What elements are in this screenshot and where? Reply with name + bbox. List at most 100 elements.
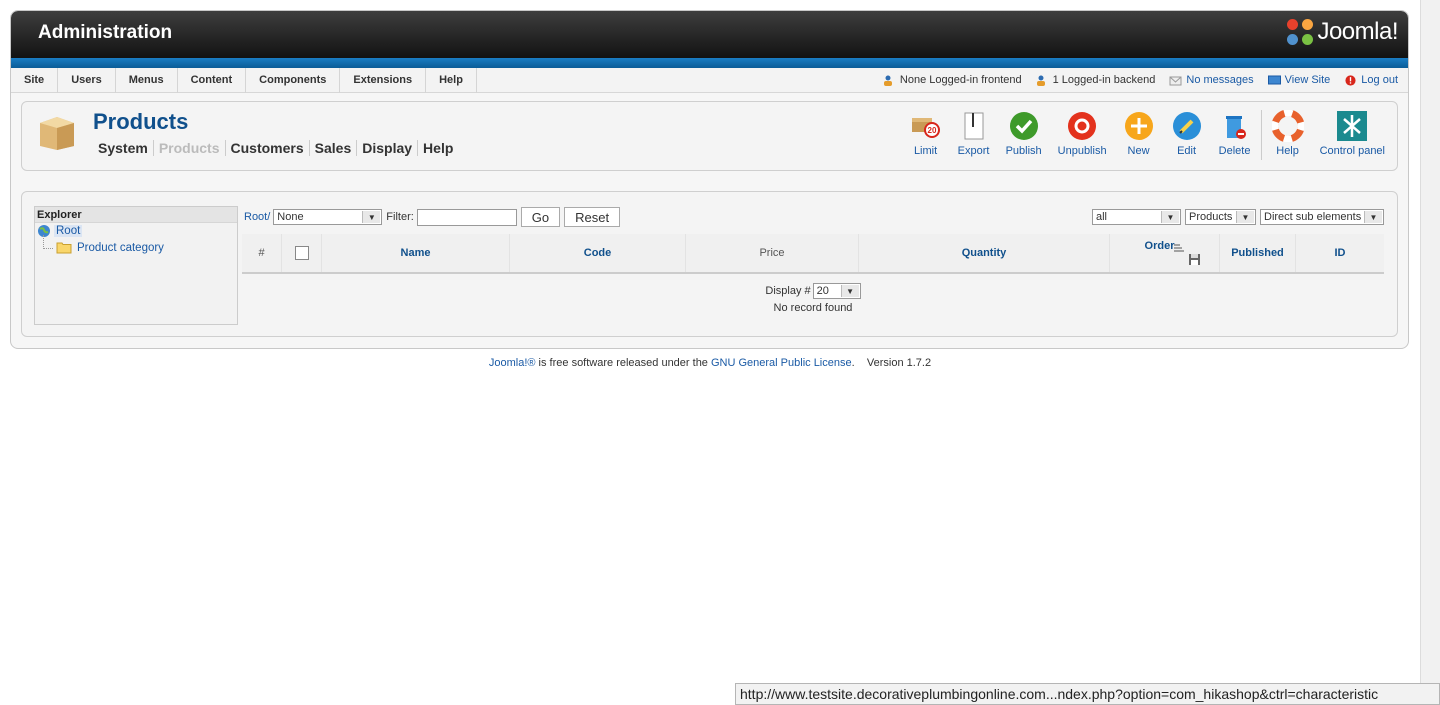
column-name[interactable]: Name [322,234,510,272]
column-price: Price [686,234,859,272]
menu-bar: Site Users Menus Content Components Exte… [11,68,1408,93]
type-select-value: Products [1189,211,1233,223]
column-number: # [242,234,282,272]
subnav-help[interactable]: Help [418,140,458,156]
unpublish-label: Unpublish [1057,145,1107,157]
plus-icon [1124,112,1153,140]
column-code[interactable]: Code [510,234,686,272]
status-url-bar: http://www.testsite.decorativeplumbingon… [735,683,1440,705]
filter-label: Filter: [386,211,414,223]
subnav-sales[interactable]: Sales [310,140,358,156]
joomla-link[interactable]: Joomla!® [489,357,536,369]
export-button[interactable]: Export [950,110,998,160]
subnav-display[interactable]: Display [357,140,419,156]
select-all-checkbox[interactable] [294,246,309,260]
limit-icon: 20 [911,118,940,138]
tree-connector [43,235,53,249]
page-footer: Joomla!® is free software released under… [488,357,932,369]
control-panel-label: Control panel [1319,145,1385,157]
version-text: Version 1.7.2 [866,357,932,369]
toolbar: 20 Limit Export Publish Unpublish New Ed… [902,110,1393,160]
logout-label: Log out [1361,74,1398,86]
folder-icon [56,242,72,254]
product-box-icon [40,117,74,150]
mail-icon [1169,76,1182,85]
vertical-scrollbar[interactable] [1420,0,1440,705]
unpublish-button[interactable]: Unpublish [1050,110,1115,160]
frontend-users-status: None Logged-in frontend [883,74,1022,86]
status-area: None Logged-in frontend 1 Logged-in back… [883,68,1408,92]
menu-content[interactable]: Content [178,68,247,93]
page-toolbox: Products System Products Customers Sales… [21,101,1398,171]
category-select-value: None [277,211,304,223]
sub-navigation: System Products Customers Sales Display … [98,140,458,156]
depth-select[interactable]: Direct sub elements ▼ [1260,209,1384,225]
go-button[interactable]: Go [520,207,561,227]
users-icon [1036,75,1045,86]
messages-link[interactable]: No messages [1169,74,1254,86]
filter-bar: Root/ None ▼ Filter: Go Reset all ▼ Prod… [242,206,1384,228]
subnav-system[interactable]: System [98,140,154,156]
publish-filter-value: all [1096,211,1108,223]
menu-menus[interactable]: Menus [116,68,178,93]
control-panel-button[interactable]: Control panel [1312,110,1393,160]
menu-site[interactable]: Site [11,68,59,93]
column-order[interactable]: Order [1110,234,1220,272]
trash-icon [1225,116,1246,139]
header-accent-bar [11,58,1408,68]
delete-button[interactable]: Delete [1211,110,1259,160]
filter-input[interactable] [416,208,517,226]
tree-item-product-category[interactable]: Product category [56,241,164,254]
depth-select-value: Direct sub elements [1264,211,1362,223]
save-order-icon[interactable] [1188,253,1201,266]
svg-text:20: 20 [927,126,936,135]
view-site-label: View Site [1284,74,1331,86]
chevron-down-icon: ▼ [1161,211,1179,223]
subnav-customers[interactable]: Customers [226,140,310,156]
table-footer: Display # 20 ▼ No record found [242,283,1384,314]
new-button[interactable]: New [1115,110,1163,160]
footer-text: is free software released under the [535,357,711,369]
logout-link[interactable]: Log out [1344,74,1398,86]
reset-button[interactable]: Reset [564,207,621,227]
menu-users[interactable]: Users [58,68,116,93]
edit-button[interactable]: Edit [1163,110,1211,160]
backend-users-label: 1 Logged-in backend [1052,74,1156,86]
column-quantity[interactable]: Quantity [859,234,1110,272]
chevron-down-icon: ▼ [840,285,859,297]
menu-extensions[interactable]: Extensions [340,68,427,93]
right-filters: all ▼ Products ▼ Direct sub elements ▼ [1092,209,1384,225]
chevron-down-icon: ▼ [362,211,381,223]
pencil-icon [1172,112,1201,140]
help-button[interactable]: Help [1264,110,1312,160]
table-header: # Name Code Price Quantity Order Publish… [242,234,1384,274]
column-order-label: Order [1144,240,1175,252]
limit-button[interactable]: 20 Limit [902,110,950,160]
column-id[interactable]: ID [1296,234,1384,272]
breadcrumb-root[interactable]: Root/ [244,211,270,223]
subnav-products: Products [154,140,226,156]
type-select[interactable]: Products ▼ [1185,209,1256,225]
empty-message: No record found [773,302,853,314]
view-site-link[interactable]: View Site [1267,74,1331,86]
menu-components[interactable]: Components [246,68,341,93]
license-link[interactable]: GNU General Public License [711,357,852,369]
explorer-panel: Explorer Root Product category [34,206,238,325]
users-icon [883,75,892,86]
category-select[interactable]: None ▼ [273,209,383,225]
header: Administration Joomla! [11,11,1408,58]
column-published[interactable]: Published [1220,234,1296,272]
content-panel: Explorer Root Product category Root/ Non… [21,191,1398,337]
display-limit-select[interactable]: 20 ▼ [812,283,861,299]
publish-button[interactable]: Publish [998,110,1050,160]
help-label: Help [1276,145,1299,157]
control-panel-icon [1337,111,1368,141]
delete-label: Delete [1218,145,1251,157]
check-icon [1009,112,1038,140]
monitor-icon [1267,75,1281,84]
chevron-down-icon: ▼ [1236,211,1254,223]
chevron-down-icon: ▼ [1364,211,1382,223]
menu-help[interactable]: Help [426,68,477,93]
publish-filter-select[interactable]: all ▼ [1092,209,1181,225]
lifebuoy-icon [1271,110,1304,142]
